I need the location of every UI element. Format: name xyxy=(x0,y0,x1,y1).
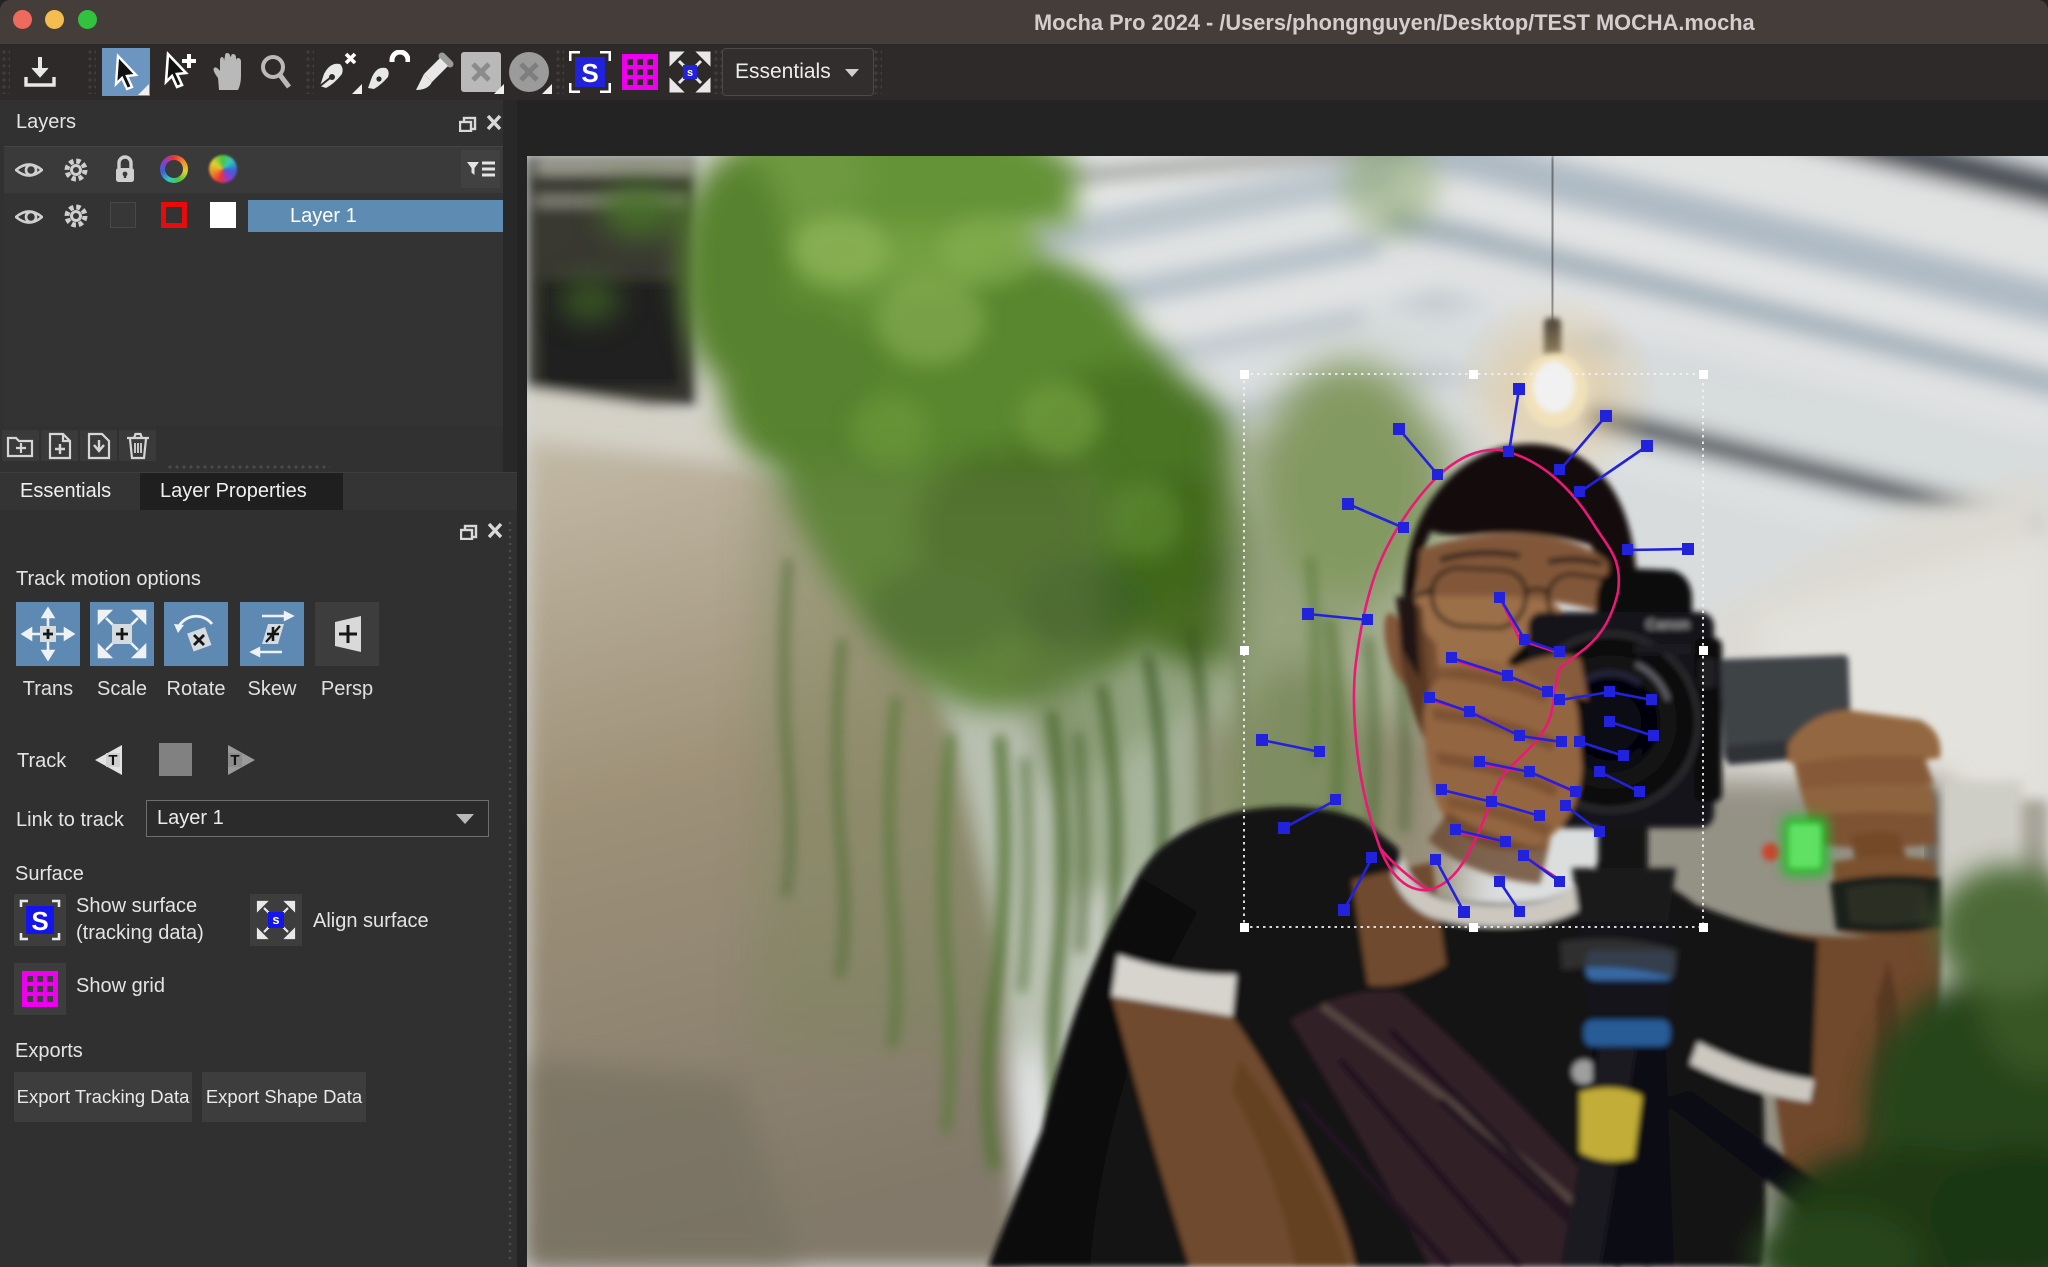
svg-text:S: S xyxy=(581,58,598,88)
svg-text:S: S xyxy=(31,906,48,936)
svg-text:T: T xyxy=(108,752,117,769)
svg-text:T: T xyxy=(230,752,239,769)
svg-text:s: s xyxy=(272,912,279,927)
svg-text:s: s xyxy=(687,67,693,79)
